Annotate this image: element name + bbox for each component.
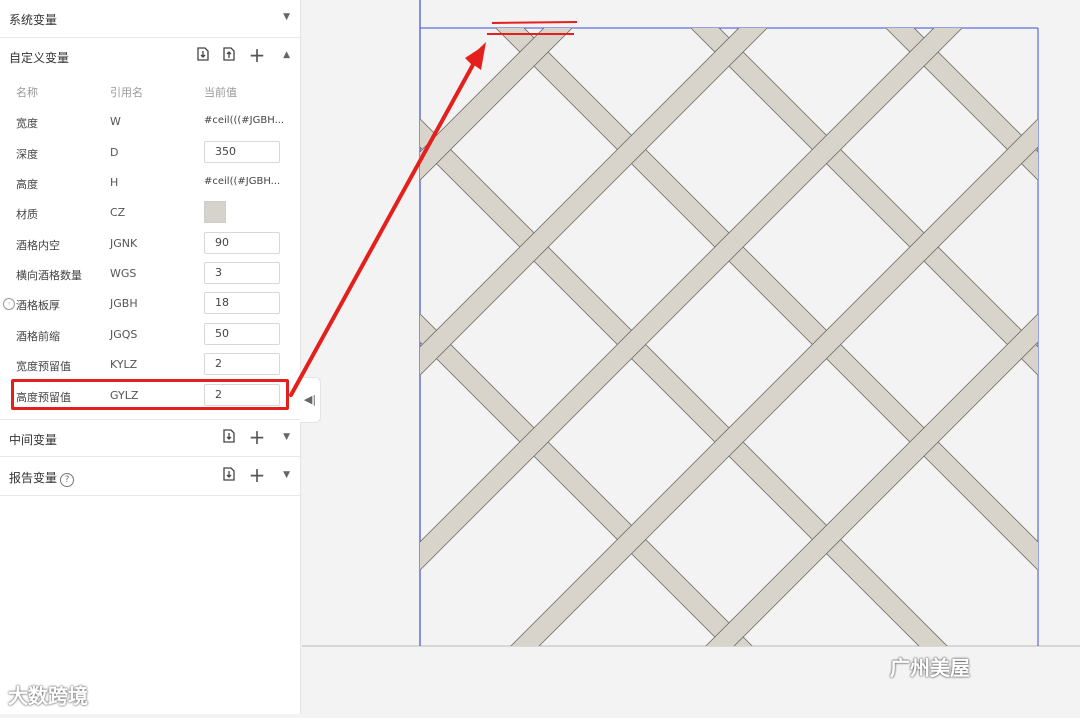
add-icon[interactable]: +	[248, 45, 266, 65]
row-value-input[interactable]: 50	[204, 323, 280, 345]
row-name: 高度	[16, 178, 38, 191]
row-ref: JGNK	[110, 237, 138, 250]
variable-row-jgqs[interactable]: 酒格前缩 JGQS 50	[0, 320, 300, 350]
variable-row-kylz[interactable]: 宽度预留值 KYLZ 2	[0, 350, 300, 380]
row-name: 材质	[16, 208, 38, 221]
report-variables-label: 报告变量	[9, 471, 58, 485]
import-icon[interactable]	[220, 466, 238, 484]
lattice-board	[1048, 0, 1080, 714]
lattice-board	[302, 0, 410, 714]
row-name: 深度	[16, 148, 38, 161]
highlight-annotation-box	[11, 379, 289, 410]
material-swatch[interactable]	[204, 201, 226, 223]
row-ref: WGS	[110, 267, 137, 280]
row-name: 宽度预留值	[16, 360, 71, 373]
row-value-input[interactable]: 18	[204, 292, 280, 314]
import-icon[interactable]	[194, 46, 212, 64]
report-variables-title: 报告变量?	[9, 469, 75, 487]
row-name: 宽度	[16, 117, 38, 130]
row-name: 酒格板厚	[16, 299, 60, 312]
middle-variables-header[interactable]: 中间变量 + ▼	[0, 419, 300, 457]
row-value-input[interactable]: 2	[204, 353, 280, 375]
row-value[interactable]: #ceil((#JGBH...	[204, 176, 288, 187]
column-header-name: 名称	[16, 86, 38, 99]
row-value[interactable]: #ceil(((#JGBH...	[204, 115, 288, 126]
row-ref: D	[110, 146, 119, 159]
add-icon[interactable]: +	[248, 465, 266, 485]
custom-variables-title: 自定义变量	[9, 51, 70, 65]
row-ref: JGBH	[110, 297, 138, 310]
row-ref: JGQS	[110, 328, 138, 341]
variable-row-material[interactable]: 材质 CZ	[0, 198, 300, 228]
wine-rack-drawing	[302, 0, 1080, 714]
info-icon[interactable]: ◦	[3, 298, 15, 310]
import-icon[interactable]	[220, 428, 238, 446]
system-variables-header[interactable]: 系统变量 ▼	[0, 0, 300, 38]
watermark-left: 大数跨境	[8, 684, 88, 708]
variable-row-depth[interactable]: 深度 D 350	[0, 138, 300, 168]
middle-variables-title: 中间变量	[9, 433, 58, 447]
add-icon[interactable]: +	[248, 427, 266, 447]
chevron-down-icon[interactable]: ▼	[283, 470, 290, 480]
variable-row-height[interactable]: 高度 H #ceil((#JGBH...	[0, 168, 300, 198]
row-ref: W	[110, 115, 121, 128]
row-ref: CZ	[110, 206, 126, 219]
design-canvas[interactable]	[302, 0, 1080, 714]
custom-variables-header[interactable]: 自定义变量 + ▲	[0, 38, 300, 76]
chevron-down-icon[interactable]: ▼	[283, 12, 290, 22]
chevron-down-icon[interactable]: ▼	[283, 432, 290, 442]
export-icon[interactable]	[220, 46, 238, 64]
row-value-input[interactable]: 350	[204, 141, 280, 163]
variable-row-jgnk[interactable]: 酒格内空 JGNK 90	[0, 229, 300, 259]
variables-panel: 系统变量 ▼ 自定义变量 + ▲ 名称 引用名 当前值 宽度 W #ceil((…	[0, 0, 301, 714]
row-value-input[interactable]: 90	[204, 232, 280, 254]
row-value-input[interactable]: 3	[204, 262, 280, 284]
watermark-right: 广州美屋	[890, 656, 970, 680]
column-header-ref: 引用名	[110, 86, 143, 99]
row-ref: KYLZ	[110, 358, 138, 371]
chevron-up-icon[interactable]: ▲	[283, 50, 290, 60]
variable-row-width[interactable]: 宽度 W #ceil(((#JGBH...	[0, 107, 300, 137]
column-header-value: 当前值	[204, 86, 237, 99]
row-name: 横向酒格数量	[16, 269, 82, 282]
help-icon[interactable]: ?	[60, 473, 75, 487]
report-variables-header[interactable]: 报告变量? + ▼	[0, 458, 300, 496]
variable-row-jgbh[interactable]: 酒格板厚 JGBH 18	[0, 289, 300, 319]
row-ref: H	[110, 176, 119, 189]
system-variables-title: 系统变量	[9, 13, 58, 27]
row-name: 酒格内空	[16, 239, 60, 252]
variable-row-wgs[interactable]: 横向酒格数量 WGS 3	[0, 259, 300, 289]
row-name: 酒格前缩	[16, 330, 60, 343]
